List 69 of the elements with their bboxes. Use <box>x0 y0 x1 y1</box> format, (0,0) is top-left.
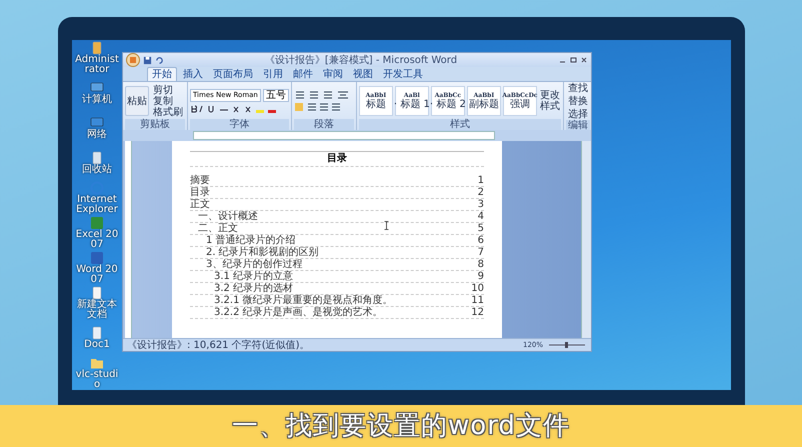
group-label: 段落 <box>294 119 354 130</box>
group-label: 剪贴板 <box>125 119 185 130</box>
toc-entry[interactable]: 目录 <box>190 187 210 198</box>
replace-button[interactable]: 替换 <box>566 96 590 107</box>
toc-page-number: 12 <box>471 307 484 318</box>
caption-text: 一、找到要设置的word文件 <box>232 410 570 442</box>
toc-page-number: 2 <box>478 187 484 198</box>
format-painter-button[interactable]: 格式刷 <box>151 106 185 118</box>
toc-page-number: 1 <box>478 175 484 186</box>
select-button[interactable]: 选择 <box>566 109 590 120</box>
group-label: 样式 <box>358 119 561 130</box>
toc-entry[interactable]: 3.2 纪录片的选材 <box>214 283 294 294</box>
toc-entry[interactable]: 正文 <box>190 199 210 210</box>
desktop-icon-label: 回收站 <box>81 164 113 174</box>
office-button-icon[interactable] <box>126 53 140 67</box>
ribbon-tab[interactable]: 审阅 <box>319 68 347 81</box>
zoom-slider-icon[interactable] <box>547 341 587 349</box>
change-styles-button[interactable]: 更改样式 <box>538 90 561 112</box>
desktop-icon-label: Doc1 <box>83 340 111 350</box>
toc-entry[interactable]: 一、设计概述 <box>198 211 258 222</box>
desktop-icon-label: Excel 2007 <box>74 230 120 250</box>
toc-page-number: 4 <box>478 211 484 222</box>
window-controls-icon[interactable] <box>558 56 588 64</box>
desktop-icon-label: 网络 <box>86 130 108 140</box>
toc-entry[interactable]: 3.2.2 纪录片是声画、是视觉的艺术。 <box>214 307 383 318</box>
ribbon-tab[interactable]: 插入 <box>179 68 207 81</box>
group-label: 编辑 <box>566 120 590 131</box>
toc-entry[interactable]: 2. 纪录片和影视剧的区别 <box>206 247 319 258</box>
find-button[interactable]: 查找 <box>566 83 590 94</box>
desktop-icon-label: Internet Explorer <box>75 194 119 214</box>
toc-page-number: 8 <box>478 259 484 270</box>
toc-entry[interactable]: 3.1 纪录片的立意 <box>214 271 294 282</box>
scrollbar[interactable] <box>581 141 591 338</box>
ribbon-tab[interactable]: 视图 <box>349 68 377 81</box>
ribbon-tab[interactable]: 邮件 <box>289 68 317 81</box>
text-cursor-icon <box>384 221 389 230</box>
desktop-icon-label: Word 2007 <box>75 264 119 284</box>
copy-button[interactable]: 复制 <box>151 96 185 106</box>
toc-entry[interactable]: 二、正文 <box>198 223 238 234</box>
save-icon[interactable] <box>143 56 152 64</box>
group-label: 字体 <box>190 119 289 130</box>
ribbon-tab[interactable]: 引用 <box>259 68 287 81</box>
toc-entry[interactable]: 3.2.1 微纪录片最重要的是视点和角度。 <box>214 295 393 306</box>
toc-entry[interactable]: 摘要 <box>190 175 210 186</box>
cut-button[interactable]: 剪切 <box>151 84 185 96</box>
toc-page-number: 9 <box>478 271 484 282</box>
desktop-icon-label: vlc-studio <box>74 370 120 390</box>
status-text: 《设计报告》: 10,621 个字符(近似值)。 <box>127 340 311 350</box>
font-size-field[interactable]: 五号 <box>262 88 289 102</box>
computer-icon[interactable] <box>90 80 104 94</box>
paste-button[interactable]: 粘贴 <box>125 86 149 116</box>
toc-page-number: 5 <box>478 223 484 234</box>
word-icon[interactable] <box>90 250 104 264</box>
toc-page-number: 10 <box>471 283 484 294</box>
toc-page-number: 3 <box>478 199 484 210</box>
toc-page-number: 7 <box>478 247 484 258</box>
ribbon-tab[interactable]: 开发工具 <box>379 68 427 81</box>
undo-icon[interactable] <box>155 56 164 64</box>
toc-page-number: 11 <box>471 295 484 306</box>
desktop-icon-label: Administrator <box>74 54 120 74</box>
toc-entry[interactable]: 1 普通纪录片的介绍 <box>206 235 296 246</box>
desktop-icon-label: 新建文本文档 <box>76 300 118 320</box>
ribbon-tab[interactable]: 开始 <box>147 67 177 81</box>
window-title: 《设计报告》[兼容模式] - Microsoft Word <box>264 54 458 67</box>
desktop-icon-label: 计算机 <box>81 94 113 104</box>
toc-heading: 目录 <box>190 151 484 167</box>
ribbon-tab[interactable]: 页面布局 <box>209 68 257 81</box>
toc-entry[interactable]: 3、纪录片的创作过程 <box>206 259 302 270</box>
toc-page-number: 6 <box>478 235 484 246</box>
